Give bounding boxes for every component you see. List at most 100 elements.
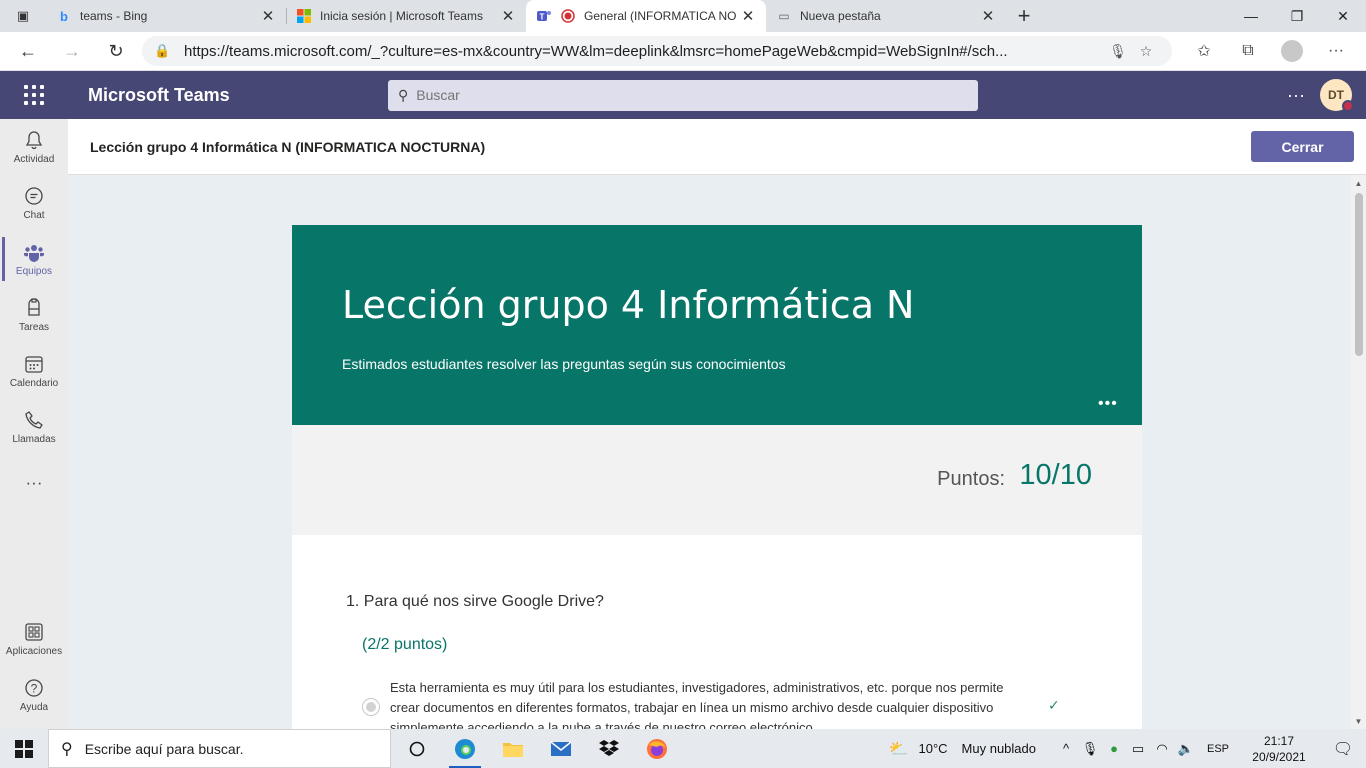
minimize-icon[interactable]: — xyxy=(1228,0,1274,32)
taskbar-search[interactable]: ⚲ Escribe aquí para buscar. xyxy=(48,729,391,768)
close-tab-icon[interactable]: ✕ xyxy=(260,8,276,25)
lock-icon[interactable]: 🔒 xyxy=(154,43,172,59)
clock-date: 20/9/2021 xyxy=(1252,749,1306,764)
vertical-scrollbar[interactable]: ▲ ▼ xyxy=(1351,175,1366,729)
url-text[interactable]: https://teams.microsoft.com/_?culture=es… xyxy=(184,43,1104,60)
restore-icon[interactable]: ❐ xyxy=(1274,0,1320,32)
bing-icon: b xyxy=(60,8,68,24)
new-tab-page-icon: ▭ xyxy=(778,9,790,23)
search-input[interactable] xyxy=(416,87,968,103)
weather-icon[interactable]: ⛅ xyxy=(889,739,909,759)
collections-icon[interactable]: ⧉ xyxy=(1226,33,1270,69)
language-indicator[interactable]: ESP xyxy=(1198,743,1238,755)
form-banner: Lección grupo 4 Informática N Estimados … xyxy=(292,225,1142,425)
microphone-icon[interactable]: 🎙 xyxy=(1078,741,1102,757)
close-button[interactable]: Cerrar xyxy=(1251,131,1354,162)
close-window-icon[interactable]: ✕ xyxy=(1320,0,1366,32)
page-title: Lección grupo 4 Informática N (INFORMATI… xyxy=(90,138,486,155)
question-title: 1. Para qué nos sirve Google Drive? xyxy=(346,593,604,610)
rail-item-llamadas[interactable]: Llamadas xyxy=(0,399,68,455)
close-tab-icon[interactable]: ✕ xyxy=(740,8,756,25)
app-name: Microsoft Teams xyxy=(88,84,230,105)
refresh-icon[interactable]: ↻ xyxy=(94,33,138,69)
favorites-icon[interactable]: ✩ xyxy=(1182,33,1226,69)
tab-title: teams - Bing xyxy=(80,9,148,23)
back-arrow-icon[interactable]: ← xyxy=(6,33,50,69)
scroll-thumb[interactable] xyxy=(1355,193,1363,356)
rail-label: Equipos xyxy=(15,265,53,277)
rail-more-apps[interactable]: ··· xyxy=(0,455,68,511)
address-bar[interactable]: 🔒 https://teams.microsoft.com/_?culture=… xyxy=(142,36,1172,66)
search-icon: ⚲ xyxy=(398,86,409,103)
calendar-icon xyxy=(24,354,44,376)
points-value: 10/10 xyxy=(1019,459,1092,491)
rail-item-aplicaciones[interactable]: Aplicaciones xyxy=(0,611,68,667)
app-launcher-icon[interactable] xyxy=(0,71,68,119)
browser-tab-new[interactable]: ▭ Nueva pestaña ✕ xyxy=(766,0,1006,32)
add-favorite-icon[interactable]: ☆ xyxy=(1132,43,1160,60)
browser-menu-icon[interactable]: ··· xyxy=(1314,33,1358,69)
user-avatar[interactable]: DT xyxy=(1320,79,1354,112)
browser-tab-general[interactable]: T General (INFORMATICA NO ✕ xyxy=(526,0,766,32)
taskbar-search-placeholder: Escribe aquí para buscar. xyxy=(84,740,244,757)
clock-time: 21:17 xyxy=(1263,733,1295,748)
weather-temp[interactable]: 10°C xyxy=(919,741,948,756)
svg-text:T: T xyxy=(540,13,545,22)
new-tab-button[interactable]: + xyxy=(1006,0,1042,32)
browser-tab-bing[interactable]: b teams - Bing ✕ xyxy=(46,0,286,32)
rail-item-calendario[interactable]: Calendario xyxy=(0,343,68,399)
option-radio[interactable] xyxy=(362,698,380,716)
profile-avatar xyxy=(1281,40,1303,62)
weather-desc[interactable]: Muy nublado xyxy=(962,741,1036,756)
firefox-icon[interactable] xyxy=(633,729,681,768)
dropbox-icon[interactable] xyxy=(585,729,633,768)
windows-start-icon[interactable] xyxy=(0,729,48,768)
close-tab-icon[interactable]: ✕ xyxy=(980,8,996,25)
file-explorer-icon[interactable] xyxy=(489,729,537,768)
teams-search-box[interactable]: ⚲ xyxy=(388,79,978,111)
rail-label: Calendario xyxy=(9,377,59,389)
chat-icon xyxy=(24,186,44,208)
rail-label: Actividad xyxy=(13,153,55,165)
window-controls: — ❐ ✕ xyxy=(1228,0,1366,32)
phone-icon xyxy=(24,410,44,432)
windows-taskbar: ⚲ Escribe aquí para buscar. ⛅ 10°C Muy n… xyxy=(0,729,1366,768)
help-icon: ? xyxy=(24,678,44,700)
tab-title: General (INFORMATICA NO xyxy=(584,9,737,23)
form-viewer[interactable]: Lección grupo 4 Informática N Estimados … xyxy=(68,175,1366,729)
notification-icon[interactable]: 🗨 xyxy=(1320,739,1366,759)
form-card: Lección grupo 4 Informática N Estimados … xyxy=(292,225,1142,729)
profile-button[interactable] xyxy=(1270,33,1314,69)
browser-toolbar: ← → ↻ 🔒 https://teams.microsoft.com/_?cu… xyxy=(0,32,1366,71)
security-icon[interactable]: ● xyxy=(1102,741,1126,756)
scroll-up-icon[interactable]: ▲ xyxy=(1351,175,1366,191)
rail-item-actividad[interactable]: Actividad xyxy=(0,119,68,175)
volume-icon[interactable]: 🔈 xyxy=(1174,741,1198,757)
assignments-icon xyxy=(25,297,43,320)
search-icon: ⚲ xyxy=(61,740,73,758)
teams-header: Microsoft Teams ⚲ ··· DT xyxy=(0,71,1366,119)
clock[interactable]: 21:17 20/9/2021 xyxy=(1238,733,1320,765)
edge-browser-icon[interactable] xyxy=(441,729,489,768)
wifi-icon[interactable]: ◠ xyxy=(1150,741,1174,757)
tab-actions-icon[interactable]: ▣ xyxy=(0,0,46,32)
microsoft-logo-icon xyxy=(296,8,312,24)
form-more-options-icon[interactable]: ••• xyxy=(1098,395,1118,413)
more-options-icon[interactable]: ··· xyxy=(1284,71,1308,119)
close-tab-icon[interactable]: ✕ xyxy=(500,8,516,25)
teams-logo-icon: T xyxy=(536,8,552,24)
question-points: (2/2 puntos) xyxy=(362,636,448,653)
scroll-down-icon[interactable]: ▼ xyxy=(1351,713,1366,729)
battery-icon[interactable]: ▭ xyxy=(1126,741,1150,757)
microphone-icon[interactable]: 🎙 xyxy=(1104,43,1132,60)
rail-label: Llamadas xyxy=(12,433,56,445)
rail-item-tareas[interactable]: Tareas xyxy=(0,287,68,343)
rail-item-equipos[interactable]: Equipos xyxy=(0,231,68,287)
chevron-up-icon[interactable]: ^ xyxy=(1054,741,1078,756)
rail-item-ayuda[interactable]: ? Ayuda xyxy=(0,667,68,723)
browser-tab-signin[interactable]: Inicia sesión | Microsoft Teams ✕ xyxy=(286,0,526,32)
task-view-icon[interactable] xyxy=(393,729,441,768)
mail-icon[interactable] xyxy=(537,729,585,768)
forward-arrow-icon[interactable]: → xyxy=(50,33,94,69)
rail-item-chat[interactable]: Chat xyxy=(0,175,68,231)
